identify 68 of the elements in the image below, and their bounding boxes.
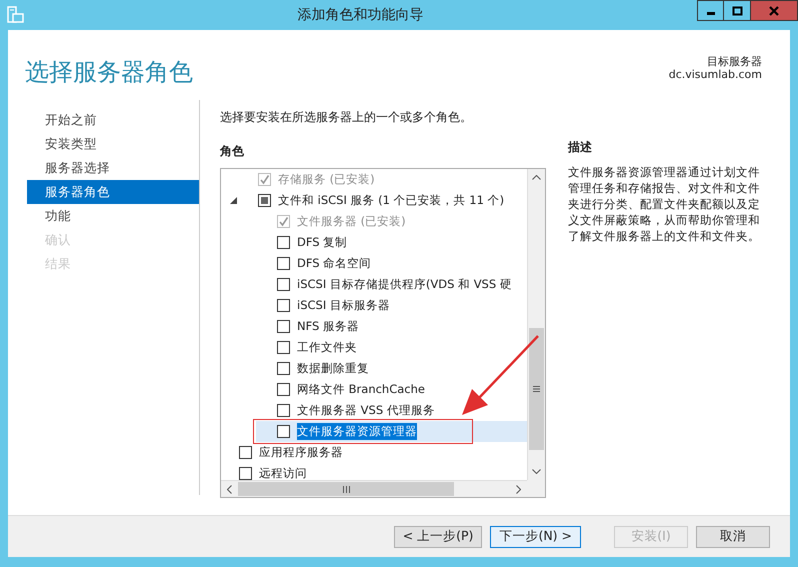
- window-title: 添加角色和功能向导: [296, 6, 424, 24]
- role-label[interactable]: DFS 复制: [297, 234, 348, 252]
- checkbox[interactable]: [277, 257, 290, 270]
- checkbox[interactable]: [239, 467, 252, 480]
- checkbox[interactable]: [277, 362, 290, 375]
- check-icon: [278, 216, 289, 227]
- role-label[interactable]: iSCSI 目标服务器: [297, 296, 390, 314]
- horizontal-scrollbar[interactable]: [221, 480, 527, 497]
- role-label[interactable]: 文件服务器 VSS 代理服务: [297, 402, 435, 420]
- minimize-button[interactable]: [697, 0, 724, 21]
- checkbox[interactable]: [258, 194, 271, 207]
- tree-row[interactable]: DFS 复制: [221, 232, 527, 253]
- wizard-button[interactable]: 取消: [696, 526, 770, 548]
- checkbox[interactable]: [277, 299, 290, 312]
- checkbox[interactable]: [277, 320, 290, 333]
- tree-row[interactable]: 文件服务器 VSS 代理服务: [221, 400, 527, 421]
- scroll-thumb[interactable]: [238, 482, 454, 496]
- checkbox[interactable]: [277, 278, 290, 291]
- role-label[interactable]: 数据删除重复: [297, 360, 369, 378]
- tree-row[interactable]: 文件服务器资源管理器: [256, 421, 527, 442]
- tree-row[interactable]: 远程访问: [221, 463, 527, 480]
- checkbox[interactable]: [277, 404, 290, 417]
- tree-row[interactable]: iSCSI 目标存储提供程序(VDS 和 VSS 硬: [221, 274, 527, 295]
- tree-row[interactable]: NFS 服务器: [221, 316, 527, 337]
- role-label[interactable]: 应用程序服务器: [259, 444, 343, 462]
- wizard-step[interactable]: 功能: [27, 204, 199, 228]
- checkbox[interactable]: [277, 383, 290, 396]
- close-icon: [769, 6, 779, 16]
- checkbox[interactable]: [239, 446, 252, 459]
- checkbox[interactable]: [277, 425, 290, 438]
- maximize-icon: [732, 6, 742, 16]
- target-label: 目标服务器: [706, 55, 762, 68]
- tree-row[interactable]: 工作文件夹: [221, 337, 527, 358]
- tree-row[interactable]: 应用程序服务器: [221, 442, 527, 463]
- tree-row[interactable]: DFS 命名空间: [221, 253, 527, 274]
- checkbox[interactable]: [277, 236, 290, 249]
- target-server: dc.visumlab.com: [668, 68, 762, 81]
- role-label[interactable]: 文件和 iSCSI 服务 (1 个已安装，共 11 个): [278, 192, 504, 210]
- app-icon: [6, 6, 24, 24]
- wizard-button[interactable]: < 上一步(P): [394, 526, 482, 548]
- roles-heading: 角色: [220, 143, 245, 160]
- role-label[interactable]: 工作文件夹: [297, 338, 357, 356]
- role-label[interactable]: NFS 服务器: [297, 318, 359, 336]
- wizard-step[interactable]: 开始之前: [27, 108, 199, 132]
- description-heading: 描述: [568, 139, 593, 156]
- role-label[interactable]: 远程访问: [259, 464, 307, 480]
- description-text: 文件服务器资源管理器通过计划文件管理任务和存储报告、对文件和文件夹进行分类、配置文件夹配额以及定义文件屏蔽策略，从而帮助你管理和了解文件服务器上的文件和文件夹。: [568, 164, 761, 244]
- role-label[interactable]: DFS 命名空间: [297, 254, 372, 272]
- checkbox[interactable]: [277, 341, 290, 354]
- minimize-icon: [706, 12, 714, 15]
- vertical-scrollbar[interactable]: [527, 169, 545, 480]
- tree-row[interactable]: iSCSI 目标服务器: [221, 295, 527, 316]
- check-icon: [259, 174, 270, 185]
- role-label[interactable]: iSCSI 目标存储提供程序(VDS 和 VSS 硬: [297, 276, 512, 294]
- page-title: 选择服务器角色: [25, 57, 193, 88]
- wizard-step[interactable]: 服务器选择: [27, 156, 199, 180]
- maximize-button[interactable]: [724, 0, 751, 21]
- tree-row[interactable]: 文件和 iSCSI 服务 (1 个已安装，共 11 个): [221, 190, 527, 211]
- tree-row[interactable]: 数据删除重复: [221, 358, 527, 379]
- tree-row[interactable]: 网络文件 BranchCache: [221, 379, 527, 400]
- close-button[interactable]: [751, 0, 798, 21]
- role-label[interactable]: 网络文件 BranchCache: [297, 380, 425, 398]
- wizard-button[interactable]: 下一步(N) >: [490, 526, 581, 548]
- wizard-step[interactable]: 服务器角色: [27, 180, 199, 204]
- instruction-text: 选择要安装在所选服务器上的一个或多个角色。: [220, 109, 473, 126]
- scroll-thumb[interactable]: [529, 328, 544, 450]
- wizard-step[interactable]: 安装类型: [27, 132, 199, 156]
- role-label[interactable]: 文件服务器资源管理器: [297, 422, 417, 440]
